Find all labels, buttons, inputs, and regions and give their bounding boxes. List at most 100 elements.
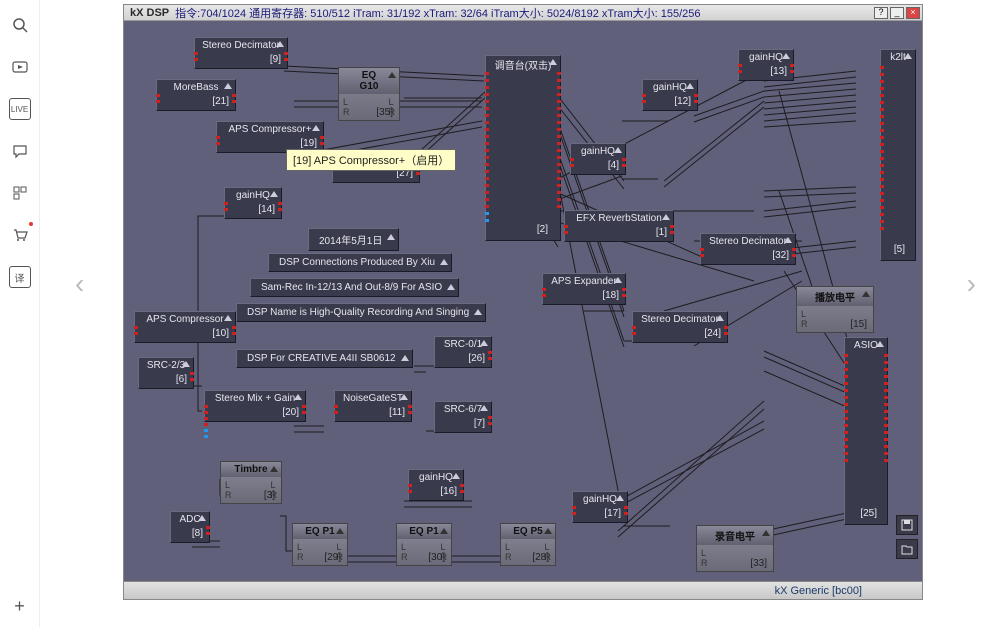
node-gainhq-17[interactable]: gainHQ [17] — [572, 491, 628, 523]
next-image-button[interactable]: › — [967, 268, 976, 300]
chevron-up-icon[interactable] — [614, 147, 622, 153]
node-src67[interactable]: SRC-6/7 [7] — [434, 401, 492, 433]
apps-icon[interactable] — [9, 182, 31, 204]
chevron-up-icon[interactable] — [904, 53, 912, 59]
help-button[interactable]: ? — [874, 7, 888, 19]
minimize-button[interactable]: _ — [890, 7, 904, 19]
node-title: gainHQ — [653, 82, 687, 93]
node-src01[interactable]: SRC-0/1 [26] — [434, 336, 492, 368]
node-asio[interactable]: ASIO [25] — [844, 337, 888, 525]
chat-icon[interactable] — [9, 140, 31, 162]
node-play-level[interactable]: 播放电平 LR[15] — [796, 286, 874, 333]
chevron-up-icon[interactable] — [716, 315, 724, 321]
chevron-up-icon[interactable] — [182, 361, 190, 367]
chevron-up-icon[interactable] — [480, 405, 488, 411]
node-timbre[interactable]: Timbre LRLR[3] — [220, 461, 282, 504]
node-aps-compressor[interactable]: APS Compressor [10] — [134, 311, 236, 343]
node-title: gainHQ — [236, 190, 270, 201]
open-icon-button[interactable] — [896, 539, 918, 559]
node-id: [3] — [264, 490, 275, 501]
node-gainhq-13[interactable]: gainHQ [13] — [738, 49, 794, 81]
node-aps-expander[interactable]: APS Expander [18] — [542, 273, 626, 305]
chevron-up-icon[interactable] — [270, 191, 278, 197]
node-gainhq-14[interactable]: gainHQ [14] — [224, 187, 282, 219]
node-k2lt[interactable]: k2lt [5] — [880, 49, 916, 261]
save-icon-button[interactable] — [896, 515, 918, 535]
node-gainhq-16[interactable]: gainHQ [16] — [408, 469, 464, 501]
chevron-up-icon[interactable] — [440, 528, 448, 534]
chevron-up-icon[interactable] — [544, 528, 552, 534]
node-stereo-decimator-32[interactable]: Stereo Decimator [32] — [700, 233, 796, 265]
translate-icon[interactable]: 译 — [9, 266, 31, 288]
cart-icon[interactable] — [9, 224, 31, 246]
node-title: gainHQ — [581, 146, 615, 157]
node-eq-g10[interactable]: EQ G10 LRLR[35] — [338, 67, 400, 121]
chevron-up-icon[interactable] — [336, 528, 344, 534]
chevron-up-icon[interactable] — [616, 495, 624, 501]
label-samrec[interactable]: Sam-Rec In-12/13 And Out-8/9 For ASIO — [250, 278, 459, 297]
label-date[interactable]: 2014年5月1日 — [308, 228, 399, 251]
chevron-up-icon[interactable] — [662, 214, 670, 220]
node-title: APS Compressor+ — [228, 124, 311, 135]
live-icon[interactable]: LIVE — [9, 98, 31, 120]
chevron-up-icon[interactable] — [862, 291, 870, 297]
label-author[interactable]: DSP Connections Produced By Xiu — [268, 253, 452, 272]
node-src23[interactable]: SRC-2/3 [6] — [138, 357, 194, 389]
node-adc[interactable]: ADC [8] — [170, 511, 210, 543]
chevron-up-icon[interactable] — [784, 237, 792, 243]
node-id: [14] — [225, 202, 281, 218]
chevron-up-icon[interactable] — [440, 259, 448, 265]
dsp-canvas[interactable]: Stereo Decimator [9] MoreBass [21] EQ G1… — [124, 21, 922, 581]
node-eq-p1-30[interactable]: EQ P1 LRLR[30] — [396, 523, 452, 566]
host-sidebar: LIVE 译 + — [0, 0, 40, 627]
close-button[interactable]: × — [906, 7, 920, 19]
chevron-up-icon[interactable] — [452, 473, 460, 479]
node-rec-level[interactable]: 录音电平 LR[33] — [696, 525, 774, 572]
node-id: [30] — [428, 552, 445, 563]
node-stereo-decimator-24[interactable]: Stereo Decimator [24] — [632, 311, 728, 343]
label-dspname[interactable]: DSP Name is High-Quality Recording And S… — [236, 303, 486, 322]
node-gainhq-12[interactable]: gainHQ [12] — [642, 79, 698, 111]
chevron-up-icon[interactable] — [762, 530, 770, 536]
chevron-up-icon[interactable] — [549, 59, 557, 65]
chevron-up-icon[interactable] — [276, 41, 284, 47]
label-creative[interactable]: DSP For CREATIVE A4II SB0612 — [236, 349, 413, 368]
chevron-up-icon[interactable] — [387, 234, 395, 240]
statusbar: kX Generic [bc00] — [124, 581, 922, 599]
titlebar[interactable]: kX DSP 指令:704/1024 通用寄存器: 510/512 iTram:… — [124, 5, 922, 21]
chevron-up-icon[interactable] — [401, 355, 409, 361]
chevron-up-icon[interactable] — [782, 53, 790, 59]
chevron-up-icon[interactable] — [686, 83, 694, 89]
play-icon[interactable] — [9, 56, 31, 78]
node-morebass[interactable]: MoreBass [21] — [156, 79, 236, 111]
chevron-up-icon[interactable] — [480, 340, 488, 346]
chevron-up-icon[interactable] — [447, 284, 455, 290]
chevron-up-icon[interactable] — [224, 83, 232, 89]
chevron-up-icon[interactable] — [294, 394, 302, 400]
node-noisegate[interactable]: NoiseGateST [11] — [334, 390, 412, 422]
node-mixer[interactable]: 调音台(双击) [2] — [485, 55, 561, 241]
node-reverb[interactable]: EFX ReverbStation [1] — [564, 210, 674, 242]
chevron-up-icon[interactable] — [270, 466, 278, 472]
node-title: Timbre — [234, 464, 267, 475]
chevron-up-icon[interactable] — [224, 315, 232, 321]
chevron-up-icon[interactable] — [312, 125, 320, 131]
node-title: gainHQ — [419, 472, 453, 483]
search-icon[interactable] — [9, 14, 31, 36]
chevron-up-icon[interactable] — [198, 515, 206, 521]
prev-image-button[interactable]: ‹ — [75, 268, 84, 300]
chevron-up-icon[interactable] — [400, 394, 408, 400]
node-title: Stereo Decimator — [709, 236, 787, 247]
chevron-up-icon[interactable] — [474, 309, 482, 315]
node-id: [32] — [701, 248, 795, 264]
chevron-up-icon[interactable] — [876, 341, 884, 347]
node-eq-p1-29[interactable]: EQ P1 LRLR[29] — [292, 523, 348, 566]
node-gainhq-4[interactable]: gainHQ [4] — [570, 143, 626, 175]
node-eq-p5[interactable]: EQ P5 LRLR[28] — [500, 523, 556, 566]
plus-icon[interactable]: + — [9, 595, 31, 617]
node-stereo-decimator-9[interactable]: Stereo Decimator [9] — [194, 37, 288, 69]
node-stereo-mix-gain[interactable]: Stereo Mix + Gain [20] — [204, 390, 306, 422]
node-title: gainHQ — [583, 494, 617, 505]
chevron-up-icon[interactable] — [388, 72, 396, 78]
chevron-up-icon[interactable] — [614, 277, 622, 283]
